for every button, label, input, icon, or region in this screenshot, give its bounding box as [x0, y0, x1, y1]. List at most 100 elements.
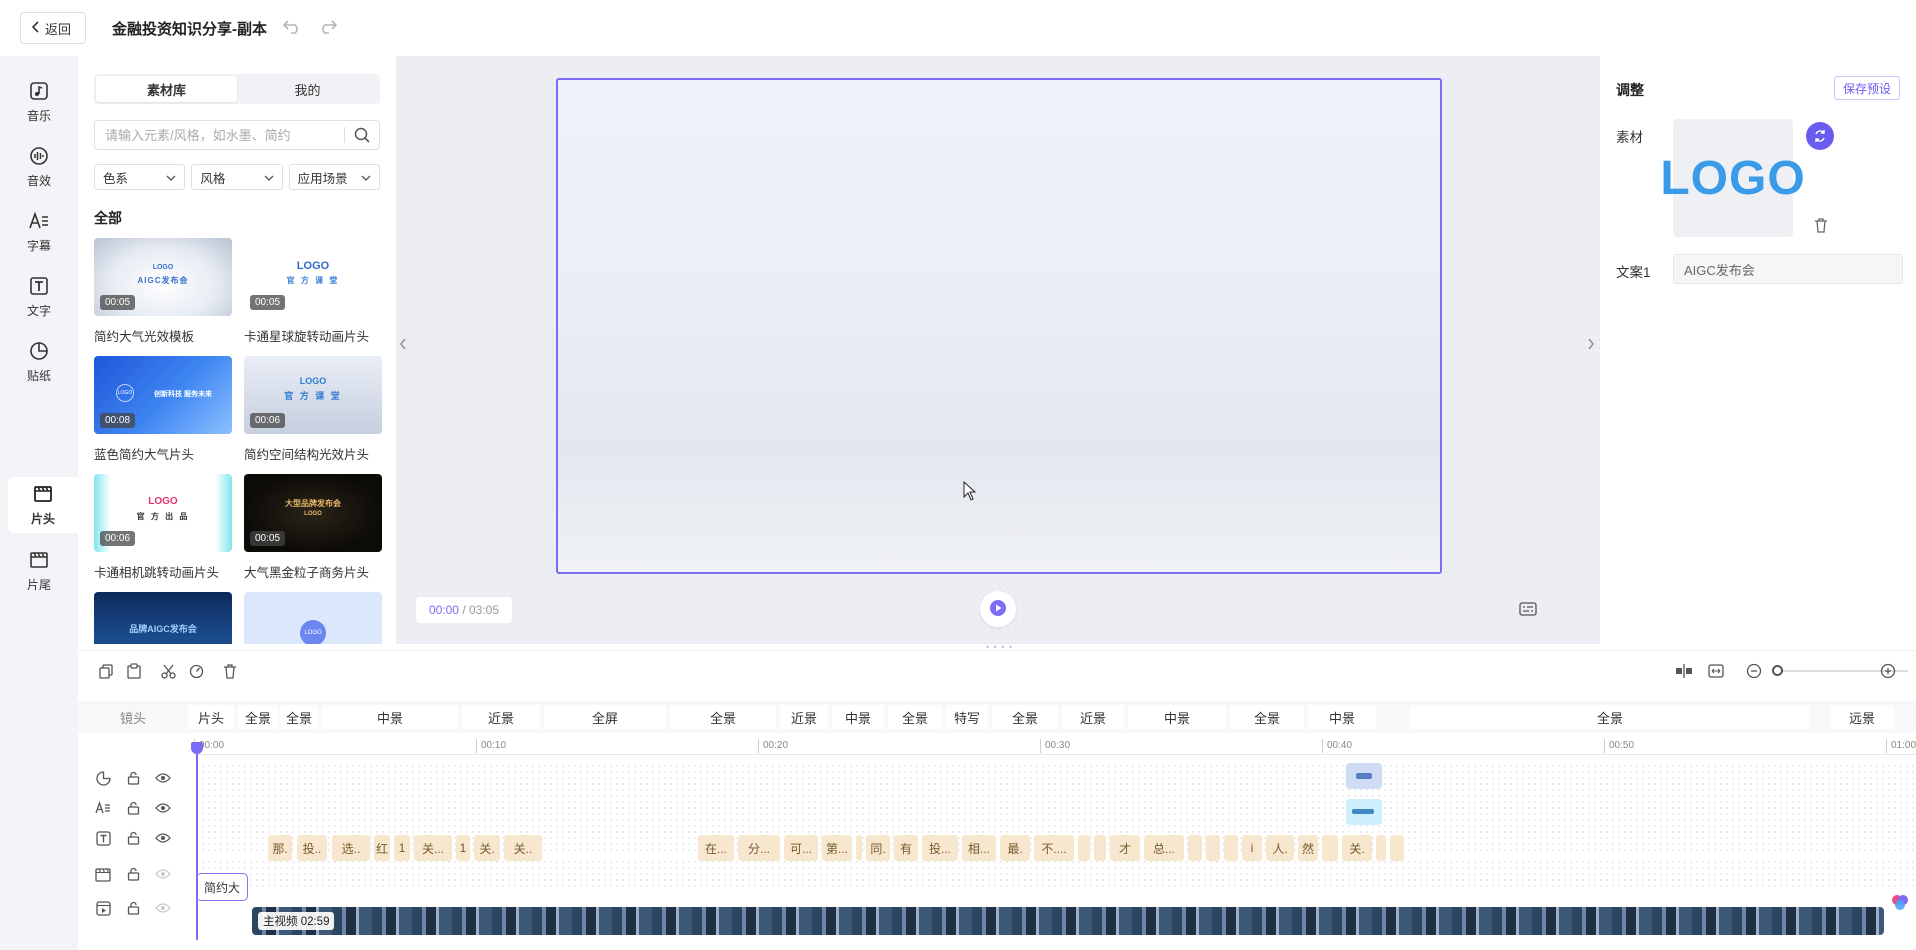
text-clip[interactable]: 1 — [456, 835, 470, 861]
eye-icon[interactable] — [154, 865, 172, 883]
rail-item-sfx[interactable]: 音效 — [6, 139, 72, 195]
eye-icon[interactable] — [154, 899, 172, 917]
shot-segment[interactable]: 近景 — [1062, 705, 1124, 729]
playhead-handle[interactable] — [191, 742, 203, 754]
eye-icon[interactable] — [154, 799, 172, 817]
trash-icon[interactable] — [220, 661, 240, 681]
main-video-clip[interactable] — [252, 907, 1884, 935]
shot-segment[interactable]: 全景 — [1410, 705, 1810, 729]
time-ruler[interactable]: 00:00 00:10 00:20 00:30 00:40 00:50 01:0… — [194, 739, 1916, 755]
eye-icon[interactable] — [154, 769, 172, 787]
play-button[interactable] — [980, 591, 1016, 627]
zoom-out-icon[interactable] — [1744, 661, 1764, 681]
text-clip[interactable]: i — [1242, 835, 1262, 861]
copy-icon[interactable] — [96, 661, 116, 681]
ai-assistant-icon[interactable] — [1888, 890, 1912, 914]
scissors-icon[interactable] — [158, 661, 178, 681]
text-clip[interactable]: 最. — [1000, 835, 1030, 861]
asset-card[interactable]: LOGO — [244, 592, 382, 644]
collapse-right-icon[interactable] — [1584, 330, 1598, 358]
text-clip[interactable]: 关.. — [504, 835, 542, 861]
shot-segment[interactable]: 中景 — [1128, 705, 1226, 729]
text-clip[interactable] — [1390, 835, 1404, 861]
redo-icon[interactable] — [319, 18, 338, 39]
text-clip[interactable]: 分... — [738, 835, 780, 861]
text-clip[interactable]: 选.. — [332, 835, 370, 861]
text-clip[interactable]: 1 — [394, 835, 410, 861]
trash-icon[interactable] — [1812, 216, 1830, 234]
text-clip[interactable]: 总... — [1144, 835, 1184, 861]
filter-style[interactable]: 风格 — [191, 164, 283, 190]
shot-segment[interactable]: 全景 — [238, 705, 278, 729]
sticker-clip[interactable] — [1346, 763, 1382, 789]
filter-scene[interactable]: 应用场景 — [288, 164, 380, 190]
text-clip[interactable] — [1188, 835, 1202, 861]
asset-card[interactable]: LOGO AIGC发布会 00:05 简约大气光效模板 — [94, 238, 232, 345]
text-clip[interactable]: 有 — [894, 835, 918, 861]
text-clip[interactable]: 不.... — [1034, 835, 1074, 861]
text-clip[interactable]: 人. — [1266, 835, 1294, 861]
text-clip[interactable] — [1094, 835, 1106, 861]
text-clip[interactable] — [1322, 835, 1338, 861]
zoom-slider-handle[interactable] — [1772, 665, 1783, 676]
shot-segment[interactable]: 全景 — [992, 705, 1058, 729]
speed-icon[interactable] — [186, 661, 206, 681]
replace-icon[interactable] — [1806, 122, 1834, 150]
rail-item-music[interactable]: 音乐 — [6, 74, 72, 130]
preview-canvas[interactable] — [556, 78, 1442, 574]
text-clip[interactable]: 可... — [784, 835, 818, 861]
filter-color[interactable]: 色系 — [94, 164, 186, 190]
shot-segment[interactable]: 全景 — [670, 705, 776, 729]
shot-segment[interactable]: 近景 — [462, 705, 540, 729]
text-clip[interactable] — [1078, 835, 1090, 861]
shot-segment[interactable]: 近景 — [780, 705, 828, 729]
shot-segment[interactable]: 中景 — [322, 705, 458, 729]
text-clip[interactable]: 投... — [922, 835, 958, 861]
asset-card[interactable]: 大型品牌发布会 LOGO 00:05 大气黑金粒子商务片头 — [244, 474, 382, 581]
shot-segment[interactable]: 远景 — [1830, 705, 1894, 729]
asset-card[interactable]: LOGO 创新科技 服务未来 00:08 蓝色简约大气片头 — [94, 356, 232, 463]
copy-input[interactable]: AIGC发布会 — [1673, 254, 1903, 284]
text-clip[interactable]: 关. — [1342, 835, 1372, 861]
text-clip[interactable]: 那. — [268, 835, 292, 861]
intro-clip[interactable]: 简约大 — [196, 873, 248, 901]
text-clip[interactable]: 第... — [822, 835, 852, 861]
rail-item-outro[interactable]: 片尾 — [6, 543, 72, 599]
shot-segment[interactable]: 全景 — [280, 705, 318, 729]
tab-mine[interactable]: 我的 — [237, 76, 378, 102]
subtitle-clip[interactable] — [1346, 799, 1382, 825]
text-clip[interactable]: 相... — [962, 835, 996, 861]
eye-icon[interactable] — [154, 829, 172, 847]
text-clip[interactable] — [1224, 835, 1238, 861]
fit-width-icon[interactable] — [1706, 661, 1726, 681]
split-screen-icon[interactable] — [1674, 661, 1694, 681]
text-clip[interactable] — [856, 835, 862, 861]
shot-segment[interactable]: 中景 — [832, 705, 884, 729]
rail-item-text[interactable]: 文字 — [6, 269, 72, 325]
text-clip[interactable]: 关. — [474, 835, 500, 861]
text-clip[interactable]: 同. — [866, 835, 890, 861]
save-preset-button[interactable]: 保存预设 — [1834, 76, 1901, 100]
rail-item-intro[interactable]: 片头 — [8, 477, 78, 533]
lock-icon[interactable] — [124, 829, 142, 847]
tab-library[interactable]: 素材库 — [96, 76, 237, 102]
shot-segment[interactable]: 全屏 — [544, 705, 666, 729]
asset-card[interactable]: LOGO 官 方 课 堂 00:05 卡通星球旋转动画片头 — [244, 238, 382, 345]
text-clip[interactable]: 红 — [374, 835, 390, 861]
rail-item-subtitle[interactable]: 字幕 — [6, 204, 72, 260]
asset-card[interactable]: LOGO 官 方 出 品 00:06 卡通相机跳转动画片头 — [94, 474, 232, 581]
lock-icon[interactable] — [124, 865, 142, 883]
text-clip[interactable]: 投.. — [297, 835, 327, 861]
shot-segment[interactable]: 片头 — [188, 705, 234, 729]
paste-icon[interactable] — [124, 661, 144, 681]
shot-segment[interactable]: 全景 — [888, 705, 942, 729]
search-input[interactable] — [105, 127, 344, 143]
lock-icon[interactable] — [124, 799, 142, 817]
text-clip[interactable]: 关... — [414, 835, 452, 861]
text-clip[interactable] — [1376, 835, 1386, 861]
lock-icon[interactable] — [124, 769, 142, 787]
asset-card[interactable]: 品牌AIGC发布会 — [94, 592, 232, 644]
collapse-left-icon[interactable] — [396, 330, 410, 358]
lock-icon[interactable] — [124, 899, 142, 917]
playhead[interactable] — [196, 742, 198, 940]
